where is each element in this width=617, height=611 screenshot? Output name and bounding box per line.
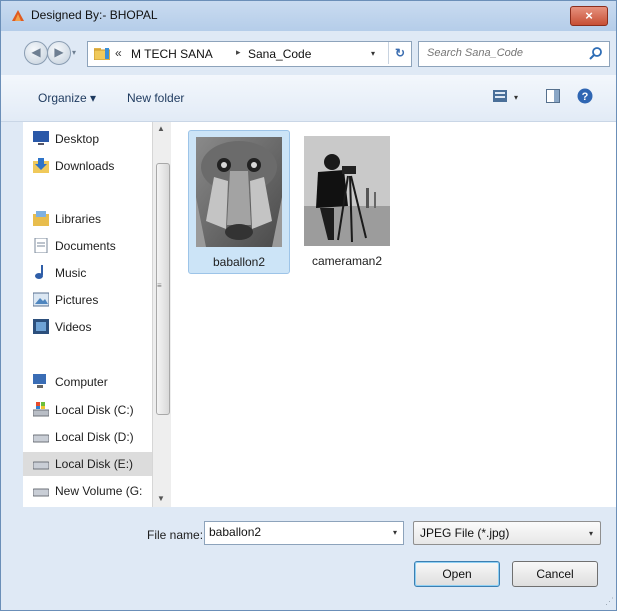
nav-item-new-volume-g[interactable]: New Volume (G:: [23, 479, 157, 503]
address-bar[interactable]: « M TECH SANA ▸ Sana_Code ▾ ↻: [87, 41, 412, 67]
folder-icon: [94, 48, 110, 60]
search-icon[interactable]: [589, 46, 603, 60]
window-title: Designed By:- BHOPAL: [31, 8, 158, 22]
nav-item-local-disk-c[interactable]: Local Disk (C:): [23, 398, 157, 422]
file-type-value: JPEG File (*.jpg): [420, 526, 510, 540]
system-drive-icon: [33, 402, 49, 417]
pictures-icon: [33, 292, 49, 307]
file-type-select[interactable]: JPEG File (*.jpg) ▾: [413, 521, 601, 545]
baboon-thumbnail: [196, 137, 282, 247]
nav-item-downloads[interactable]: Downloads: [23, 154, 157, 178]
forward-button[interactable]: ▶: [47, 41, 71, 65]
nav-item-videos[interactable]: Videos: [23, 315, 157, 339]
breadcrumb-sana-code[interactable]: Sana_Code: [248, 47, 311, 61]
desktop-icon: [33, 131, 49, 145]
help-icon[interactable]: ?: [577, 88, 593, 104]
navigation-scrollbar[interactable]: ▲ ≡ ▼: [152, 122, 171, 507]
matlab-logo-icon: [12, 10, 24, 21]
close-button[interactable]: ×: [570, 6, 608, 26]
drive-icon: [33, 461, 49, 470]
downloads-icon: [33, 158, 49, 173]
search-box[interactable]: [418, 41, 610, 67]
nav-item-computer[interactable]: Computer: [23, 370, 157, 394]
computer-icon: [33, 374, 46, 388]
file-name-input[interactable]: [205, 522, 379, 542]
new-folder-button[interactable]: New folder: [127, 91, 184, 105]
svg-text:?: ?: [582, 91, 589, 103]
file-item-baballon2[interactable]: baballon2: [188, 130, 290, 274]
search-input[interactable]: [419, 42, 587, 64]
nav-item-pictures[interactable]: Pictures: [23, 288, 157, 312]
nav-item-libraries[interactable]: Libraries: [23, 207, 157, 231]
address-dropdown[interactable]: ▾: [371, 49, 375, 58]
preview-pane-icon[interactable]: [546, 89, 560, 103]
breadcrumb-mtech-sana[interactable]: M TECH SANA: [131, 47, 213, 61]
nav-item-local-disk-e[interactable]: Local Disk (E:): [23, 452, 157, 476]
navigation-pane: Desktop Downloads Libraries Documents Mu…: [23, 122, 173, 507]
change-view-icon[interactable]: [493, 90, 507, 102]
recent-locations-dropdown[interactable]: ▾: [72, 48, 76, 57]
file-list: baballon2 cameraman2: [171, 122, 616, 507]
file-name-label: baballon2: [212, 255, 266, 269]
breadcrumb-separator[interactable]: ▸: [236, 47, 241, 58]
file-open-dialog: Designed By:- BHOPAL × ◀ ▶ ▾ « M TECH SA…: [0, 0, 617, 611]
scroll-up-arrow[interactable]: ▲: [157, 124, 165, 133]
refresh-icon[interactable]: ↻: [388, 42, 411, 64]
scroll-down-arrow[interactable]: ▼: [157, 494, 165, 503]
nav-item-local-disk-d[interactable]: Local Disk (D:): [23, 425, 157, 449]
cameraman-thumbnail: [304, 136, 390, 246]
address-overflow[interactable]: «: [115, 46, 122, 60]
back-button[interactable]: ◀: [24, 41, 48, 65]
music-icon: [35, 265, 43, 279]
documents-icon: [34, 238, 48, 253]
file-item-cameraman2[interactable]: cameraman2: [297, 130, 397, 272]
dialog-footer: File name: ▾ JPEG File (*.jpg) ▾ Open Ca…: [1, 507, 616, 610]
file-name-combobox[interactable]: ▾: [204, 521, 404, 545]
drive-icon: [33, 434, 49, 443]
nav-item-desktop[interactable]: Desktop: [23, 127, 157, 151]
resize-grip[interactable]: ⋰: [605, 596, 614, 607]
open-button[interactable]: Open: [414, 561, 500, 587]
scroll-grip: ≡: [157, 281, 162, 290]
videos-icon: [33, 319, 49, 334]
address-row: ◀ ▶ ▾ « M TECH SANA ▸ Sana_Code ▾ ↻: [1, 31, 616, 75]
file-name-dropdown[interactable]: ▾: [393, 528, 397, 537]
nav-item-documents[interactable]: Documents: [23, 234, 157, 258]
title-bar[interactable]: Designed By:- BHOPAL ×: [1, 1, 616, 31]
command-bar: Organize ▾ New folder ▾ ?: [1, 75, 616, 122]
file-name-label: cameraman2: [311, 254, 383, 268]
organize-menu[interactable]: Organize ▾: [38, 91, 96, 105]
nav-item-music[interactable]: Music: [23, 261, 157, 285]
drive-icon: [33, 488, 49, 497]
file-type-dropdown[interactable]: ▾: [589, 529, 593, 538]
change-view-dropdown[interactable]: ▾: [514, 93, 518, 102]
file-name-field-label: File name:: [147, 528, 204, 542]
cancel-button[interactable]: Cancel: [512, 561, 598, 587]
libraries-icon: [33, 211, 49, 226]
